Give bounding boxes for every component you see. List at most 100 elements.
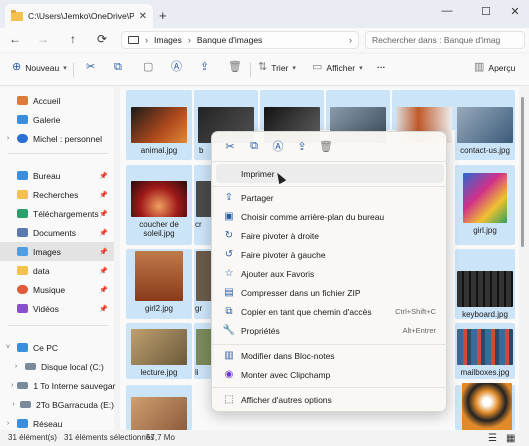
menu-item-rotate-left[interactable]: ↺ Faire pivoter à gauche [216, 245, 444, 264]
file-name: mailboxes.jpg [460, 368, 510, 377]
menu-item-rotate-right[interactable]: ↻ Faire pivoter à droite [216, 226, 444, 245]
menu-item-add-favorites[interactable]: ☆ Ajouter aux Favoris [216, 264, 444, 283]
cut-button[interactable]: ✂ [86, 62, 95, 73]
chevron-right-icon[interactable]: › [11, 401, 16, 408]
details-view-icon[interactable]: ☰ [488, 433, 497, 444]
scrollbar-thumb[interactable] [521, 97, 524, 247]
pin-icon: 📌 [99, 172, 108, 180]
sidebar-item-home[interactable]: Accueil [0, 91, 114, 110]
sidebar-item-gallery[interactable]: Galerie [0, 110, 114, 129]
thumbnail [457, 329, 513, 365]
sidebar-item-drive-internal[interactable]: › 1 To Interne sauvegar [0, 376, 115, 395]
preview-button[interactable]: ▥ Aperçu [474, 62, 515, 73]
sidebar-item-drive-e[interactable]: › 2To BGarracuda (E:) [0, 395, 114, 414]
sidebar-item-this-pc[interactable]: ˅ Ce PC [0, 338, 114, 357]
file-item[interactable] [456, 383, 518, 430]
thumbnail [131, 181, 187, 217]
chevron-right-icon[interactable]: › [3, 135, 13, 142]
file-item[interactable]: girl2.jpg [128, 251, 190, 313]
sidebar-item-desktop[interactable]: Bureau 📌 [0, 166, 114, 185]
sort-button[interactable]: ⇅ Trier ▾ [258, 62, 296, 73]
zip-icon: ▤ [224, 287, 234, 298]
sidebar-divider [8, 153, 108, 154]
file-item[interactable]: lecture.jpg [128, 329, 190, 377]
sidebar-item-drive-c[interactable]: › Disque local (C:) [0, 357, 114, 376]
pin-icon: 📌 [99, 210, 108, 218]
menu-item-more-options[interactable]: ⬚ Afficher d'autres options [216, 390, 444, 409]
sidebar-item-label: Accueil [33, 95, 61, 106]
menu-item-label: Compresser dans un fichier ZIP [241, 287, 361, 298]
preview-pane-icon: ▥ [474, 61, 485, 73]
share-button[interactable]: ⇪ [200, 62, 209, 73]
file-item[interactable]: animal.jpg [128, 107, 190, 155]
cut-icon[interactable]: ✂ [218, 140, 242, 153]
view-icon: ▭ [312, 61, 323, 73]
file-item[interactable] [128, 397, 190, 430]
search-input[interactable]: Rechercher dans : Banque d'imag [365, 31, 525, 49]
sidebar-item-onedrive[interactable]: › Michel : personnel [0, 129, 114, 148]
sidebar-item-images[interactable]: Images 📌 [0, 242, 114, 261]
sidebar-item-documents[interactable]: Documents 📌 [0, 223, 114, 242]
chevron-right-icon[interactable]: › [11, 382, 13, 389]
menu-item-compress-zip[interactable]: ▤ Compresser dans un fichier ZIP [216, 283, 444, 302]
new-button[interactable]: ⊕ Nouveau ▾ [12, 62, 67, 73]
sidebar-item-label: 2To BGarracuda (E:) [36, 399, 114, 410]
view-button[interactable]: ▭ Afficher ▾ [312, 62, 363, 73]
chevron-right-icon[interactable]: › [11, 363, 21, 370]
file-item[interactable]: girl.jpg [454, 173, 516, 235]
vertical-scrollbar[interactable] [520, 87, 525, 430]
pin-icon: 📌 [99, 191, 108, 199]
menu-item-share[interactable]: ⇪ Partager [216, 188, 444, 207]
close-tab-icon[interactable]: ✕ [139, 11, 147, 22]
trash-icon[interactable]: 🗑 [314, 140, 338, 153]
close-window-button[interactable]: ✕ [506, 5, 524, 18]
breadcrumb[interactable]: › Images › Banque d'images › [121, 31, 359, 49]
forward-button[interactable]: → [33, 32, 53, 46]
up-button[interactable]: ↑ [63, 32, 83, 46]
delete-button[interactable]: 🗑 [228, 62, 242, 73]
menu-item-set-wallpaper[interactable]: ▣ Choisir comme arrière-plan du bureau [216, 207, 444, 226]
view-label: Afficher [326, 62, 356, 73]
menu-item-label: Ajouter aux Favoris [241, 268, 315, 279]
back-button[interactable]: ← [5, 32, 25, 46]
file-item[interactable]: mailboxes.jpg [454, 329, 516, 377]
maximize-button[interactable]: ☐ [477, 5, 495, 18]
sidebar-item-music[interactable]: Musique 📌 [0, 280, 114, 299]
title-bar: C:\Users\Jemko\OneDrive\Pict ✕ + — ☐ ✕ [0, 0, 529, 28]
tiles-view-icon[interactable]: ▦ [506, 433, 515, 444]
file-item[interactable]: contact-us.jpg [454, 107, 516, 155]
breadcrumb-item[interactable]: Banque d'images [197, 35, 262, 45]
network-icon [17, 419, 28, 428]
minimize-button[interactable]: — [438, 5, 456, 17]
menu-item-edit-notepad[interactable]: ▥ Modifier dans Bloc-notes [216, 346, 444, 365]
new-tab-button[interactable]: + [159, 8, 167, 23]
sidebar-item-videos[interactable]: Vidéos 📌 [0, 299, 114, 318]
paste-button[interactable]: ▢ [143, 62, 153, 73]
breadcrumb-item[interactable]: Images [154, 35, 182, 45]
chevron-down-icon[interactable]: ˅ [3, 344, 13, 351]
chevron-right-icon: › [187, 35, 191, 45]
copy-icon[interactable]: ⧉ [242, 140, 266, 153]
chevron-right-icon[interactable]: › [3, 420, 13, 427]
tab-active[interactable]: C:\Users\Jemko\OneDrive\Pict ✕ [5, 4, 153, 28]
sidebar-item-downloads[interactable]: Téléchargements 📌 [0, 204, 114, 223]
clipboard-icon: ▢ [143, 61, 154, 73]
menu-item-clipchamp[interactable]: ◉ Monter avec Clipchamp [216, 365, 444, 384]
copy-button[interactable]: ⧉ [114, 62, 122, 73]
file-item[interactable]: coucher de soleil.jpg [128, 181, 190, 238]
copy-icon: ⧉ [114, 61, 122, 73]
document-icon [17, 228, 28, 237]
rename-button[interactable]: Ⓐ [171, 62, 182, 73]
menu-item-print[interactable]: Imprimer [216, 164, 444, 183]
sidebar-item-data[interactable]: data 📌 [0, 261, 114, 280]
sidebar-item-searches[interactable]: Recherches 📌 [0, 185, 114, 204]
gallery-icon [17, 115, 28, 124]
file-item[interactable]: keyboard.jpg [454, 271, 516, 319]
menu-item-properties[interactable]: 🔧 Propriétés Alt+Entrer [216, 321, 444, 340]
refresh-button[interactable]: ⟳ [92, 32, 112, 46]
more-options-button[interactable]: ··· [377, 62, 386, 72]
menu-item-label: Monter avec Clipchamp [241, 369, 331, 380]
menu-item-copy-path[interactable]: ⧉ Copier en tant que chemin d'accès Ctrl… [216, 302, 444, 321]
rename-icon[interactable]: Ⓐ [266, 138, 290, 154]
share-icon[interactable]: ⇪ [290, 140, 314, 153]
